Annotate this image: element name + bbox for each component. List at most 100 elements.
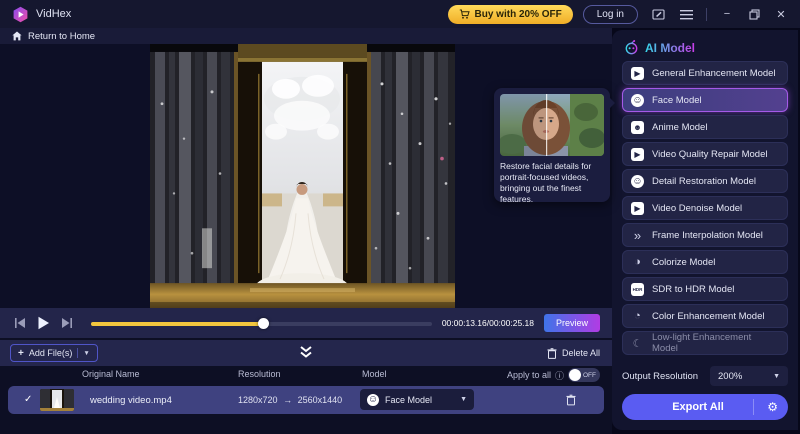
output-resolution-label: Output Resolution xyxy=(622,371,698,382)
file-resolution: 1280x720 → 2560x1440 xyxy=(238,395,342,405)
file-toolbar: + Add File(s) ▼ Dele xyxy=(0,340,612,366)
export-all-button[interactable]: Export All ⚙ xyxy=(622,394,788,420)
column-original-name: Original Name xyxy=(82,369,140,379)
model-label: Anime Model xyxy=(652,122,707,133)
close-button[interactable]: ✕ xyxy=(774,7,788,21)
preview-button-label: Preview xyxy=(556,318,588,328)
video-preview[interactable] xyxy=(150,44,455,308)
column-resolution: Resolution xyxy=(238,369,281,379)
previous-frame-button[interactable] xyxy=(12,315,28,331)
row-model-value: Face Model xyxy=(385,395,432,405)
info-icon[interactable]: ⓘ xyxy=(555,369,564,382)
model-label: Video Denoise Model xyxy=(652,203,742,214)
model-item-face[interactable]: ☺ Face Model xyxy=(622,88,788,112)
delete-all-label: Delete All xyxy=(562,348,600,358)
tooltip-arrow xyxy=(610,98,615,108)
tooltip-text: Restore facial details for portrait-focu… xyxy=(500,161,604,205)
hdr-badge-icon: HDR xyxy=(631,283,644,296)
palette-icon: ◑ xyxy=(631,256,644,268)
apply-to-all-label: Apply to all xyxy=(507,370,551,380)
face-model-tooltip: Restore facial details for portrait-focu… xyxy=(494,88,610,202)
model-label: Video Quality Repair Model xyxy=(652,149,767,160)
palette-icon: ◔ xyxy=(631,310,644,322)
output-resolution-caret-icon: ▼ xyxy=(773,373,780,380)
feedback-icon[interactable] xyxy=(650,6,666,22)
model-item-video-quality-repair[interactable]: ▶ Video Quality Repair Model xyxy=(622,142,788,166)
apply-to-all-group: Apply to all ⓘ OFF xyxy=(507,368,600,382)
buy-button-label: Buy with 20% OFF xyxy=(475,9,562,20)
row-model-dropdown[interactable]: ☺ Face Model ▼ xyxy=(360,389,474,410)
model-label: SDR to HDR Model xyxy=(652,284,734,295)
video-icon: ▶ xyxy=(631,67,644,80)
toggle-state-label: OFF xyxy=(583,372,596,379)
double-play-icon: » xyxy=(631,228,644,243)
output-resolution-value: 200% xyxy=(718,371,742,382)
model-item-general-enhancement[interactable]: ▶ General Enhancement Model xyxy=(622,61,788,85)
model-item-anime[interactable]: ☻ Anime Model xyxy=(622,115,788,139)
video-icon: ▶ xyxy=(631,148,644,161)
add-files-label: Add File(s) xyxy=(29,348,73,358)
row-checkmark[interactable]: ✓ xyxy=(24,394,32,405)
robot-icon xyxy=(624,40,639,55)
model-label: Colorize Model xyxy=(652,257,715,268)
model-label: Color Enhancement Model xyxy=(652,311,764,322)
trash-icon xyxy=(547,348,557,359)
menu-icon[interactable] xyxy=(678,6,694,22)
delete-all-button[interactable]: Delete All xyxy=(547,340,600,366)
model-label: Frame Interpolation Model xyxy=(652,230,763,241)
timeline-progress xyxy=(91,322,263,326)
model-item-colorize[interactable]: ◑ Colorize Model xyxy=(622,250,788,274)
buy-button[interactable]: Buy with 20% OFF xyxy=(448,5,573,24)
collapse-panel-button[interactable] xyxy=(299,346,313,364)
output-resolution-select[interactable]: 200% ▼ xyxy=(710,366,788,386)
model-item-low-light-enhancement[interactable]: ☾ Low-light Enhancement Model xyxy=(622,331,788,355)
plus-icon: + xyxy=(18,348,24,359)
add-files-caret-icon[interactable]: ▼ xyxy=(83,350,89,357)
face-icon: ☺ xyxy=(631,175,644,188)
file-name: wedding video.mp4 xyxy=(90,395,172,406)
time-display: 00:00:13.16/00:00:25.18 xyxy=(442,318,534,328)
login-button[interactable]: Log in xyxy=(583,5,638,24)
resolution-from: 1280x720 xyxy=(238,395,278,405)
export-all-label: Export All xyxy=(672,401,724,413)
cart-icon xyxy=(459,9,470,20)
restore-button[interactable] xyxy=(747,7,761,21)
video-icon: ▶ xyxy=(631,202,644,215)
preview-button[interactable]: Preview xyxy=(544,314,600,332)
row-delete-button[interactable] xyxy=(566,393,576,411)
model-item-frame-interpolation[interactable]: » Frame Interpolation Model xyxy=(622,223,788,247)
gear-icon[interactable]: ⚙ xyxy=(767,399,778,415)
file-table-header: Original Name Resolution Model Apply to … xyxy=(0,366,612,384)
app-window: VidHex Buy with 20% OFF Log in xyxy=(0,0,800,434)
titlebar: VidHex Buy with 20% OFF Log in xyxy=(0,0,800,28)
app-logo-icon xyxy=(12,6,29,23)
timeline-handle[interactable] xyxy=(258,318,269,329)
model-label: Detail Restoration Model xyxy=(652,176,756,187)
return-home-button[interactable]: Return to Home xyxy=(0,28,612,44)
column-model: Model xyxy=(362,369,387,379)
model-item-detail-restoration[interactable]: ☺ Detail Restoration Model xyxy=(622,169,788,193)
resolution-arrow-icon: → xyxy=(283,395,292,405)
add-files-button[interactable]: + Add File(s) ▼ xyxy=(10,344,98,362)
video-thumbnail xyxy=(40,389,74,411)
model-label: Low-light Enhancement Model xyxy=(652,332,779,354)
file-row[interactable]: ✓ wedding video.mp4 1280x720 → 2560x1440… xyxy=(8,386,604,414)
playback-bar: 00:00:13.16/00:00:25.18 Preview xyxy=(0,308,612,338)
timeline-slider[interactable] xyxy=(91,317,432,329)
play-button[interactable] xyxy=(35,315,51,331)
model-item-video-denoise[interactable]: ▶ Video Denoise Model xyxy=(622,196,788,220)
row-model-caret-icon: ▼ xyxy=(460,396,467,403)
return-home-label: Return to Home xyxy=(28,31,95,42)
app-name: VidHex xyxy=(36,8,71,20)
home-icon xyxy=(12,31,22,41)
face-icon: ☺ xyxy=(367,394,379,406)
minimize-button[interactable]: − xyxy=(720,7,734,21)
titlebar-separator xyxy=(706,8,707,21)
next-frame-button[interactable] xyxy=(58,315,74,331)
add-files-divider xyxy=(77,348,78,358)
ai-model-sidebar: AI Model ▶ General Enhancement Model ☺ F… xyxy=(612,30,798,430)
anime-face-icon: ☻ xyxy=(631,121,644,134)
model-item-color-enhancement[interactable]: ◔ Color Enhancement Model xyxy=(622,304,788,328)
model-item-sdr-to-hdr[interactable]: HDR SDR to HDR Model xyxy=(622,277,788,301)
apply-to-all-toggle[interactable]: OFF xyxy=(568,368,600,382)
